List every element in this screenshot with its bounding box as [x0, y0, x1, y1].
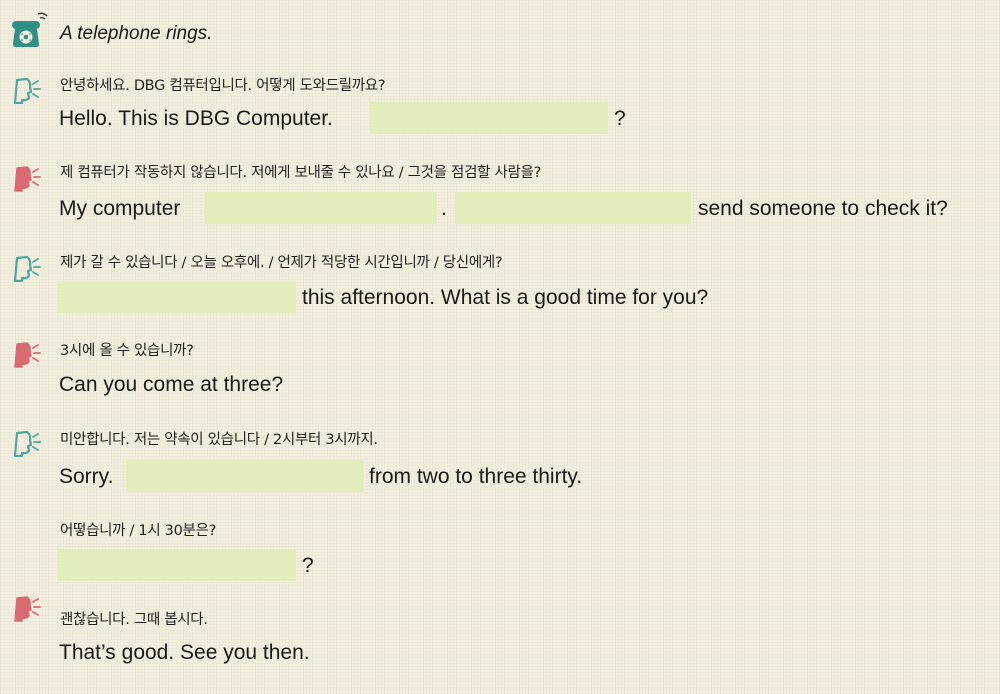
receptionist-speaking-icon — [13, 77, 41, 104]
english-line-4: Can you come at three? — [59, 373, 284, 396]
answer-blank-1[interactable] — [370, 102, 608, 134]
korean-line-3: 제가 갈 수 있습니다 / 오늘 오후에. / 언제가 적당한 시간입니까 / … — [60, 255, 503, 271]
telephone-icon — [12, 12, 48, 47]
english-line-2-start: My computer — [59, 197, 181, 220]
answer-blank-2b[interactable] — [455, 192, 691, 224]
scene-direction: A telephone rings. — [60, 23, 213, 44]
customer-speaking-icon — [14, 166, 41, 192]
english-line-1-start: Hello. This is DBG Computer. — [59, 107, 333, 130]
answer-blank-6[interactable] — [58, 549, 296, 581]
korean-line-4: 3시에 올 수 있습니까? — [60, 343, 194, 359]
korean-line-1: 안녕하세요. DBG 컴퓨터입니다. 어떻게 도와드릴까요? — [60, 78, 386, 94]
english-line-3-end: this afternoon. What is a good time for … — [302, 286, 709, 309]
receptionist-speaking-icon — [13, 430, 41, 457]
korean-line-5: 미안합니다. 저는 약속이 있습니다 / 2시부터 3시까지. — [60, 432, 378, 448]
korean-line-6: 어떻습니까 / 1시 30분은? — [60, 523, 217, 539]
english-line-5-start: Sorry. — [59, 465, 114, 488]
answer-blank-3[interactable] — [58, 281, 296, 313]
customer-speaking-icon — [14, 596, 41, 622]
english-line-1-end: ? — [614, 107, 626, 130]
answer-blank-2a[interactable] — [205, 192, 437, 224]
english-line-5-end: from two to three thirty. — [369, 465, 583, 488]
customer-speaking-icon — [14, 342, 41, 368]
answer-blank-5[interactable] — [126, 460, 363, 492]
korean-line-7: 괜찮습니다. 그때 봅시다. — [60, 612, 208, 628]
english-line-6-end: ? — [302, 554, 314, 577]
english-line-7: That’s good. See you then. — [59, 641, 310, 664]
receptionist-speaking-icon — [13, 255, 41, 282]
english-line-2-period: . — [441, 197, 447, 220]
korean-line-2: 제 컴퓨터가 작동하지 않습니다. 저에게 보내줄 수 있나요 / 그것을 점검… — [60, 165, 541, 181]
english-line-2-end: send someone to check it? — [698, 197, 948, 220]
